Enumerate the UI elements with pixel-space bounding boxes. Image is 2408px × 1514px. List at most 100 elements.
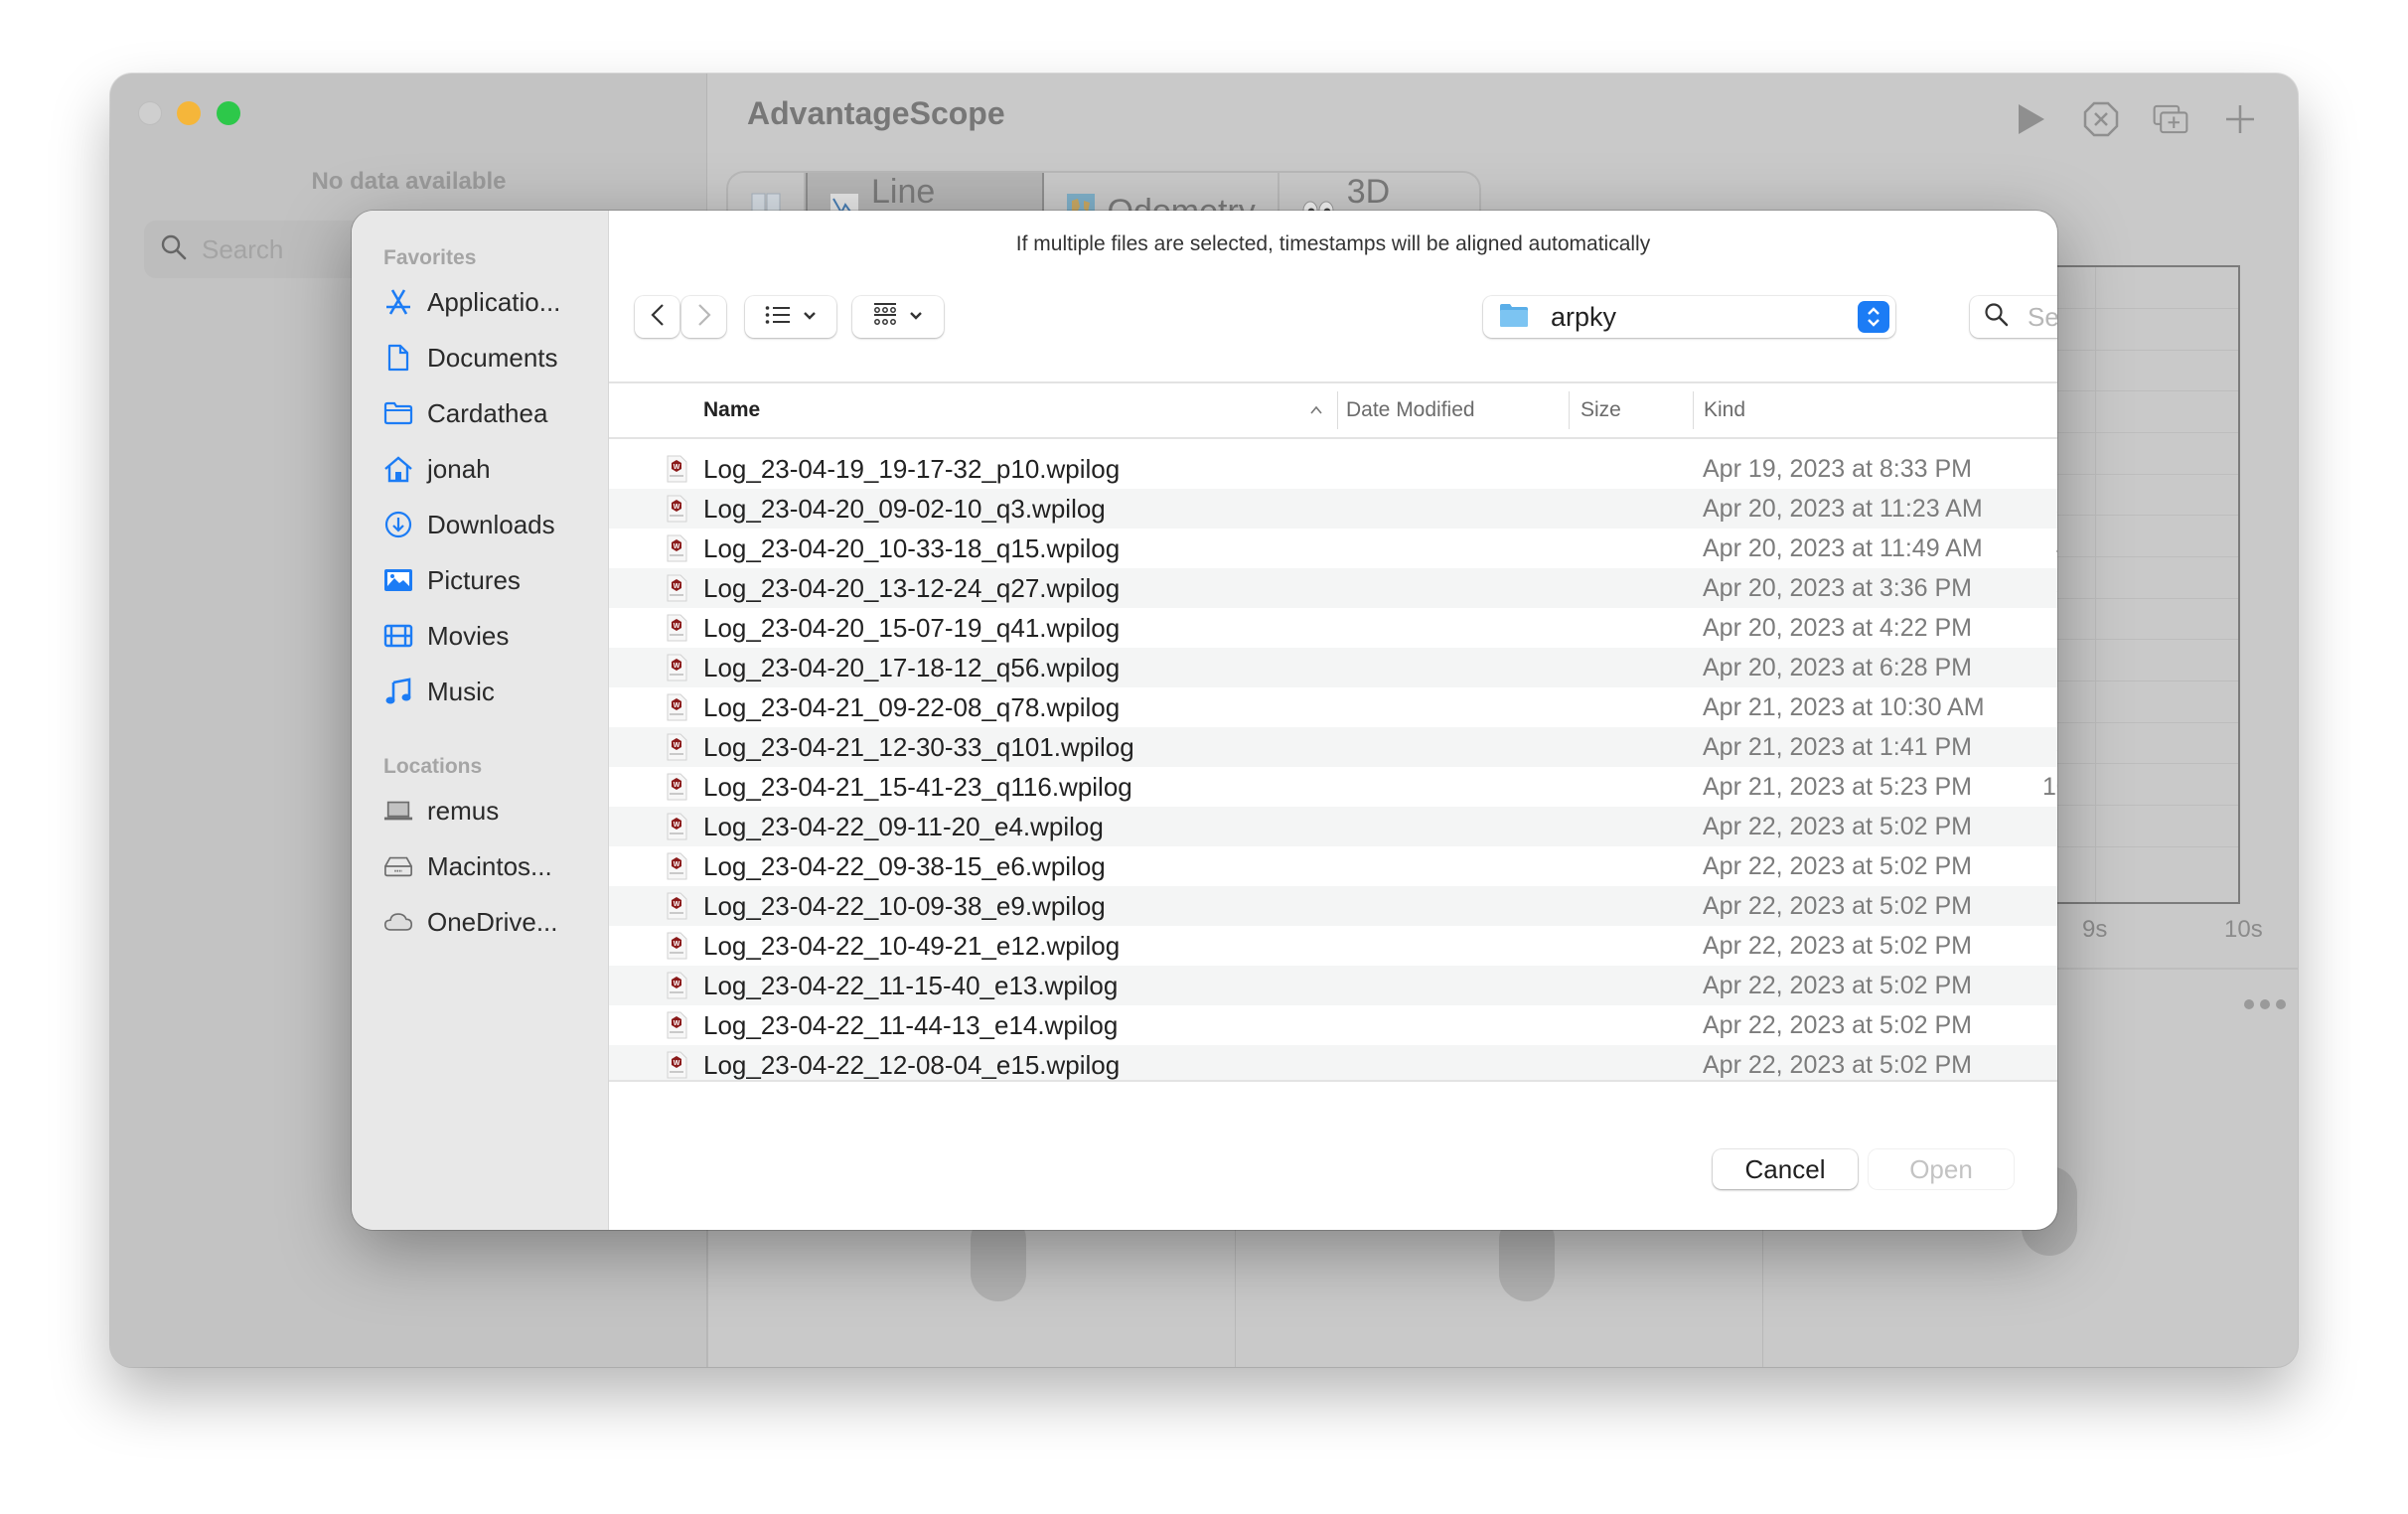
grid-line — [2037, 308, 2238, 309]
cloud-icon — [383, 907, 413, 937]
file-row[interactable]: W Log_23-04-21_15-41-23_q116.wpilog Apr 21… — [609, 767, 2057, 807]
sidebar-item-music[interactable]: Music — [383, 672, 495, 711]
file-row[interactable]: W Log_23-04-20_17-18-12_q56.wpilog Apr 20,… — [609, 648, 2057, 687]
disk-icon — [383, 851, 413, 881]
file-row[interactable]: W Log_23-04-20_09-02-10_q3.wpilog Apr 20, … — [609, 489, 2057, 529]
svg-text:W: W — [674, 464, 680, 471]
plus-icon[interactable] — [2222, 101, 2258, 137]
window-minimize-button[interactable] — [177, 101, 201, 125]
group-icon — [873, 302, 897, 333]
column-header-date[interactable]: Date Modified — [1346, 383, 1475, 437]
grid-line — [2037, 722, 2238, 723]
file-row[interactable]: W Log_23-04-22_09-11-20_e4.wpilog Apr 22, … — [609, 807, 2057, 846]
file-size: 22.9 MB — [1950, 654, 2057, 682]
file-date-modified: Apr 20, 2023 at 4:22 PM — [1703, 613, 1973, 642]
file-name: Log_23-04-22_10-49-21_e12.wpilog — [703, 930, 1121, 961]
column-header-kind[interactable]: Kind — [1704, 383, 1745, 437]
sidebar-item-label: remus — [427, 795, 500, 826]
forward-button[interactable] — [681, 296, 726, 338]
sidebar-item-label: Cardathea — [427, 397, 548, 428]
chevron-left-icon — [650, 303, 665, 332]
column-separator[interactable] — [1569, 391, 1570, 429]
file-date-modified: Apr 22, 2023 at 5:02 PM — [1703, 891, 1973, 920]
file-size: 37.7 MB — [1950, 455, 2057, 484]
svg-text:W: W — [674, 941, 680, 948]
more-options-icon[interactable] — [2244, 999, 2286, 1009]
file-row[interactable]: W Log_23-04-19_19-17-32_p10.wpilog Apr 19,… — [609, 449, 2057, 489]
file-date-modified: Apr 21, 2023 at 5:23 PM — [1703, 772, 1973, 801]
group-by-button[interactable] — [852, 296, 944, 338]
dialog-search-input[interactable]: Search — [1970, 296, 2057, 338]
laptop-icon — [383, 796, 413, 826]
file-size: 30.2 MB — [1950, 495, 2057, 524]
file-row[interactable]: W Log_23-04-22_10-09-38_e9.wpilog Apr 22, … — [609, 886, 2057, 926]
music-note-icon — [383, 677, 413, 706]
play-icon[interactable] — [2014, 101, 2049, 137]
column-header-name[interactable]: Name — [703, 383, 760, 437]
file-row[interactable]: W Log_23-04-21_09-22-08_q78.wpilog Apr 21,… — [609, 687, 2057, 727]
sidebar-item-remus[interactable]: remus — [383, 791, 499, 831]
chevron-right-icon — [697, 303, 711, 332]
file-row[interactable]: W Log_23-04-21_12-30-33_q101.wpilog Apr 21… — [609, 727, 2057, 767]
file-row[interactable]: W Log_23-04-22_11-15-40_e13.wpilog Apr 22,… — [609, 966, 2057, 1005]
locations-heading: Locations — [383, 755, 483, 778]
file-row[interactable]: W Log_23-04-22_12-08-04_e15.wpilog Apr 22,… — [609, 1045, 2057, 1080]
open-button[interactable]: Open — [1869, 1149, 2014, 1189]
sidebar-item-applications[interactable]: Applicatio... — [383, 282, 560, 322]
folder-location-popup[interactable]: arpky — [1483, 296, 1895, 338]
grid-line — [2037, 432, 2238, 433]
file-size: 33.4 MB — [1950, 693, 2057, 722]
file-row[interactable]: W Log_23-04-22_10-49-21_e12.wpilog Apr 22,… — [609, 926, 2057, 966]
column-header-size[interactable]: Size — [1580, 383, 1621, 437]
sidebar-item-home[interactable]: jonah — [383, 449, 491, 489]
file-name: Log_23-04-20_09-02-10_q3.wpilog — [703, 493, 1106, 524]
sidebar-item-label: OneDrive... — [427, 906, 558, 937]
sidebar-item-pictures[interactable]: Pictures — [383, 560, 521, 600]
file-name: Log_23-04-21_12-30-33_q101.wpilog — [703, 731, 1134, 762]
sidebar-item-label: Documents — [427, 342, 558, 373]
file-row[interactable]: W Log_23-04-20_13-12-24_q27.wpilog Apr 20,… — [609, 568, 2057, 608]
file-row[interactable]: W Log_23-04-20_15-07-19_q41.wpilog Apr 20,… — [609, 608, 2057, 648]
sidebar-item-macintosh-hd[interactable]: Macintos... — [383, 846, 552, 886]
view-mode-button[interactable] — [745, 296, 836, 338]
up-down-chevrons-icon — [1858, 301, 1889, 333]
close-octagon-icon[interactable] — [2083, 101, 2119, 137]
line-graph-plot[interactable] — [2037, 265, 2240, 904]
add-window-icon[interactable] — [2153, 101, 2188, 137]
file-date-modified: Apr 19, 2023 at 8:33 PM — [1703, 454, 1973, 483]
sidebar-item-label: Pictures — [427, 564, 521, 595]
file-name: Log_23-04-21_09-22-08_q78.wpilog — [703, 691, 1121, 722]
file-row[interactable]: W Log_23-04-20_10-33-18_q15.wpilog Apr 20,… — [609, 529, 2057, 568]
file-list-header: Name Date Modified Size Kind — [609, 381, 2057, 439]
sidebar-item-downloads[interactable]: Downloads — [383, 505, 555, 544]
chevron-down-icon — [909, 308, 923, 326]
file-row[interactable]: W Log_23-04-22_09-38-15_e6.wpilog Apr 22, … — [609, 846, 2057, 886]
home-icon — [383, 454, 413, 484]
search-icon — [160, 233, 188, 266]
file-list[interactable]: W Log_23-04-19_19-17-32_p10.wpilog Apr 19,… — [609, 449, 2057, 1082]
back-button[interactable] — [635, 296, 679, 338]
column-separator[interactable] — [1693, 391, 1694, 429]
sidebar-item-onedrive[interactable]: OneDrive... — [383, 902, 558, 942]
sort-ascending-icon — [1309, 383, 1323, 437]
window-zoom-button[interactable] — [217, 101, 240, 125]
sidebar-item-movies[interactable]: Movies — [383, 616, 509, 656]
wpilog-file-icon: W — [666, 733, 687, 761]
column-separator[interactable] — [1337, 391, 1338, 429]
no-data-message: No data available — [311, 168, 507, 195]
sidebar-item-cardathea[interactable]: Cardathea — [383, 393, 547, 433]
svg-text:W: W — [674, 1020, 680, 1027]
file-size: 22.8 MB — [1950, 1011, 2057, 1040]
folder-icon — [383, 398, 413, 428]
search-icon — [1984, 302, 2010, 333]
file-size: 30.1 MB — [1950, 733, 2057, 762]
sidebar-item-label: Music — [427, 676, 495, 706]
window-close-button[interactable] — [138, 101, 162, 125]
sidebar-item-documents[interactable]: Documents — [383, 338, 558, 378]
list-view-icon — [765, 305, 791, 330]
file-date-modified: Apr 21, 2023 at 1:41 PM — [1703, 732, 1973, 761]
grid-line — [2037, 598, 2238, 599]
sidebar-item-label: jonah — [427, 453, 491, 484]
file-row[interactable]: W Log_23-04-22_11-44-13_e14.wpilog Apr 22,… — [609, 1005, 2057, 1045]
cancel-button[interactable]: Cancel — [1713, 1149, 1858, 1189]
